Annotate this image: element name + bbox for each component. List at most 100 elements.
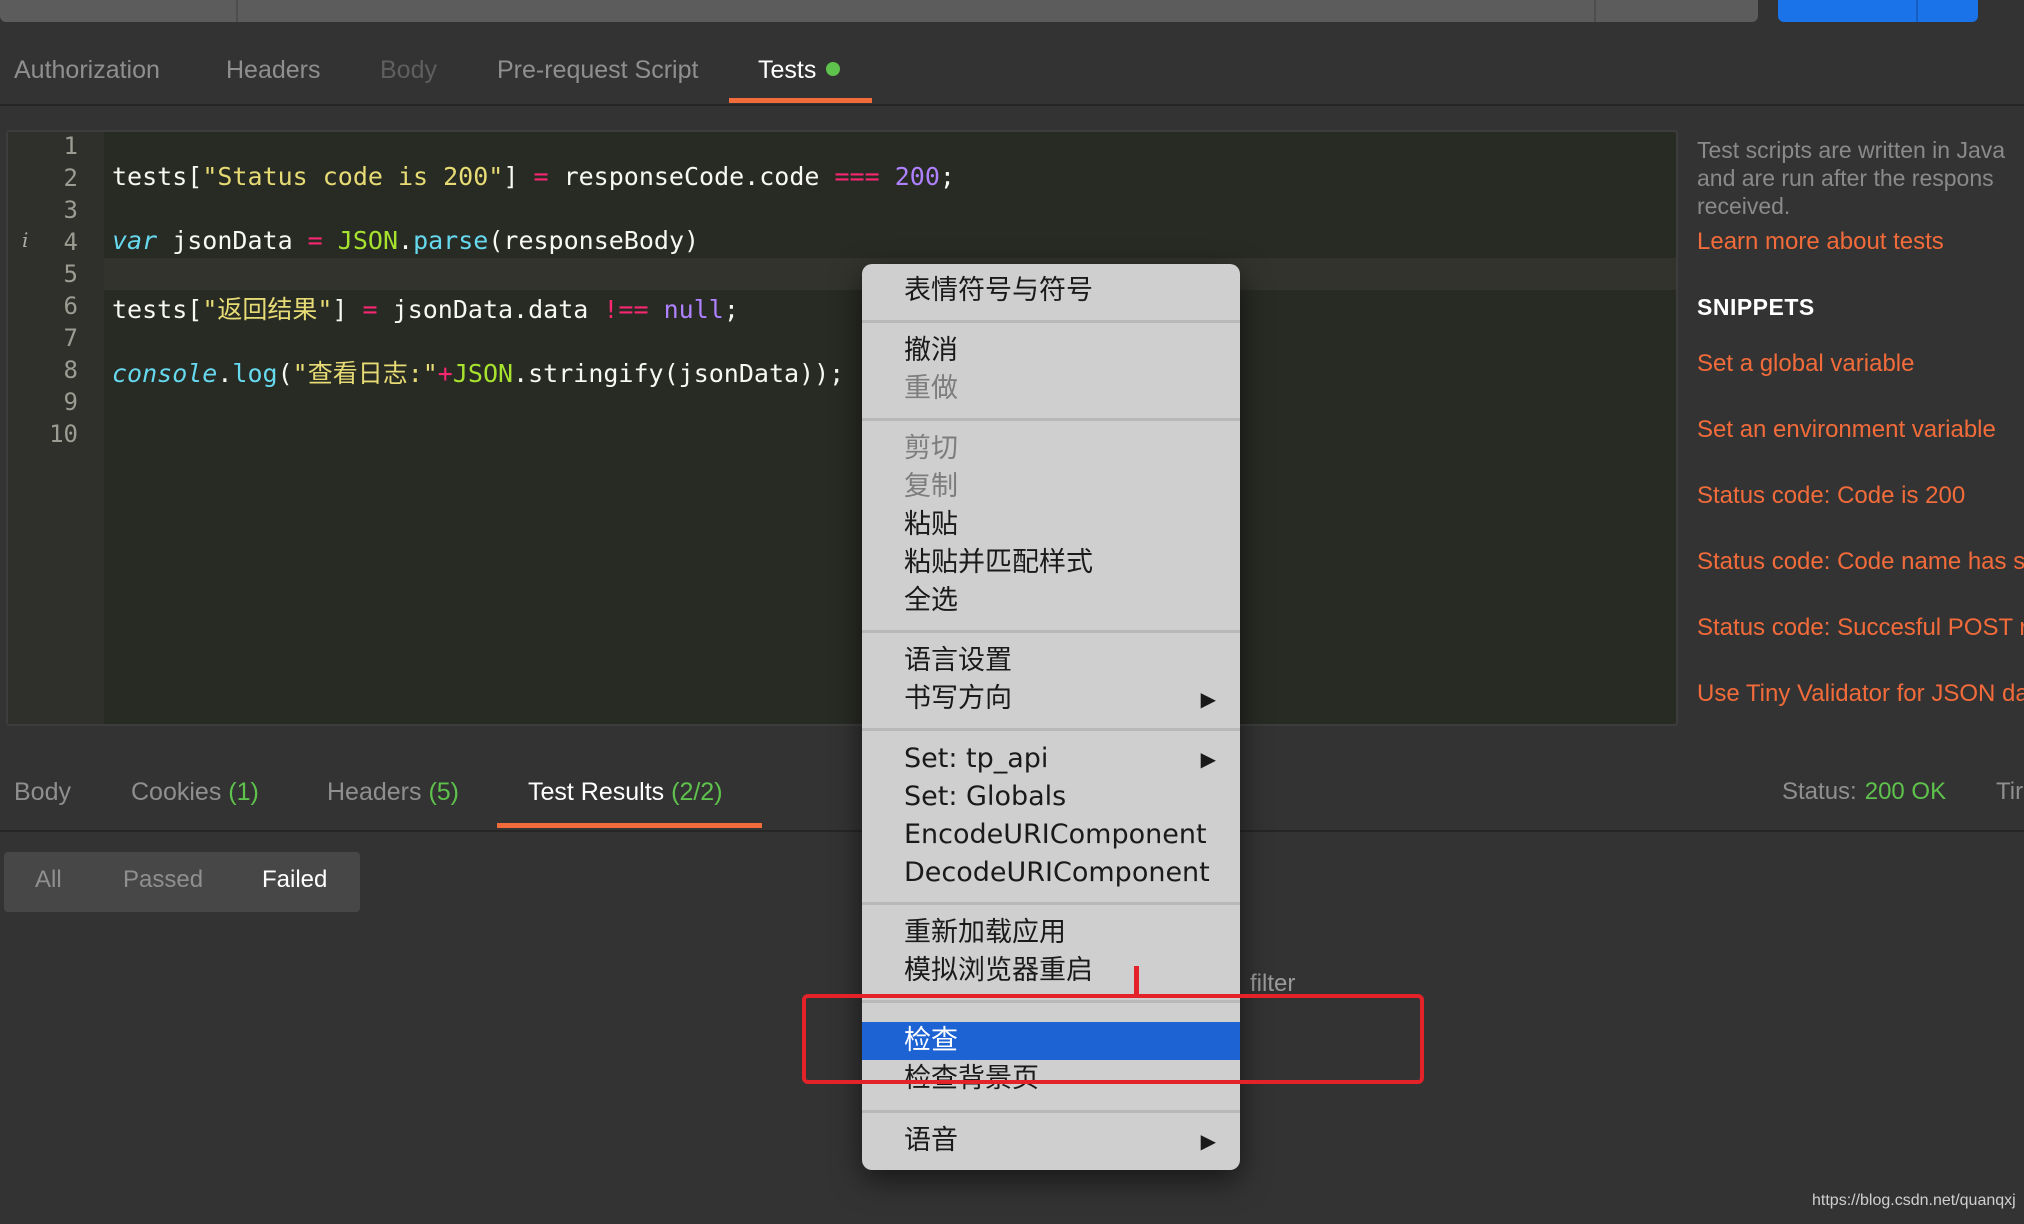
test-results-count: (2/2) [671,778,723,806]
url-bar[interactable] [0,0,1758,22]
response-time-label: Tir [1996,778,2024,805]
code-operator: = [362,295,378,324]
tab-tests-label: Tests [758,56,817,84]
tab-tests[interactable]: Tests [758,56,841,85]
request-tabs: Authorization Headers Body Pre-request S… [0,44,2024,106]
tab-body[interactable]: Body [380,56,437,85]
code-function: JSON [337,226,399,255]
menu-item-decode-uri[interactable]: DecodeURIComponent [862,854,1240,892]
code-token: tests[ [112,295,203,324]
tab-headers[interactable]: Headers [226,56,321,85]
code-operator: !== [603,295,649,324]
menu-item-select-all[interactable]: 全选 [862,582,1240,620]
active-tab-underline [729,98,872,103]
menu-item-simulate-restart[interactable]: 模拟浏览器重启 [862,952,1240,990]
result-filter-group: All Passed Failed [4,852,360,912]
code-function: JSON [452,359,514,388]
snippet-link[interactable]: Status code: Succesful POST r [1697,614,2024,642]
menu-item-set-tp-api[interactable]: Set: tp_api ▶ [862,740,1240,778]
tab-test-results[interactable]: Test Results (2/2) [528,778,723,807]
tab-headers-label: Headers [327,778,422,806]
snippet-link[interactable]: Status code: Code name has s [1697,548,2024,576]
tab-response-body[interactable]: Body [14,778,71,807]
menu-item-reload-app[interactable]: 重新加载应用 [862,914,1240,952]
sidebar-description-line: and are run after the respons [1697,165,1994,191]
line-number: 7 [63,324,78,352]
menu-separator [862,1110,1240,1113]
code-token: jsonData [157,226,308,255]
line-number: 4 [63,228,78,256]
code-line-2: tests["Status code is 200"] = responseCo… [112,162,955,191]
code-token: ] [503,162,534,191]
menu-item-paste[interactable]: 粘贴 [862,506,1240,544]
menu-item-speech[interactable]: 语音 ▶ [862,1122,1240,1160]
menu-item-copy[interactable]: 复制 [862,468,1240,506]
code-token: (responseBody) [488,226,700,255]
status-label: Status: [1782,778,1857,805]
annotation-highlight-box [802,994,1424,1084]
line-number: 10 [49,420,78,448]
snippet-link[interactable]: Set a global variable [1697,350,1914,378]
cookies-count: (1) [228,778,259,806]
line-gutter: 1 2 3 i 4 5 6 7 8 9 10 [8,132,104,724]
menu-item-paste-match-style[interactable]: 粘贴并匹配样式 [862,544,1240,582]
snippets-heading: SNIPPETS [1697,294,1815,320]
info-icon[interactable]: i [22,228,28,252]
tab-pre-request-script[interactable]: Pre-request Script [497,56,698,85]
menu-item-writing-direction[interactable]: 书写方向 ▶ [862,680,1240,718]
annotation-mark [1134,966,1139,996]
menu-item-encode-uri[interactable]: EncodeURIComponent [862,816,1240,854]
snippet-link[interactable]: Status code: Code is 200 [1697,482,1965,510]
code-operator: = [533,162,549,191]
code-function: log [232,359,278,388]
learn-more-link[interactable]: Learn more about tests [1697,228,1944,256]
filter-passed-button[interactable]: Passed [123,866,203,894]
menu-item-redo[interactable]: 重做 [862,370,1240,408]
menu-item-language[interactable]: 语言设置 [862,642,1240,680]
code-editor[interactable]: 1 2 3 i 4 5 6 7 8 9 10 tests["Status cod… [6,130,1678,726]
code-keyword: var [112,226,158,255]
menu-item-undo[interactable]: 撤消 [862,332,1240,370]
menu-item-emoji[interactable]: 表情符号与符号 [862,272,1240,310]
tab-cookies[interactable]: Cookies (1) [131,778,259,807]
filter-failed-button[interactable]: Failed [262,866,327,894]
code-operator: = [307,226,323,255]
snippet-link[interactable]: Use Tiny Validator for JSON da [1697,680,2024,708]
filter-all-button[interactable]: All [35,866,62,894]
menu-separator [862,630,1240,633]
code-operator: + [437,359,453,388]
status-value: 200 OK [1864,778,1947,805]
code-token: ; [939,162,955,191]
sidebar-description-line: received. [1697,193,1791,219]
snippet-link[interactable]: Set an environment variable [1697,416,1996,444]
url-bar-divider [1594,0,1596,22]
send-button[interactable] [1778,0,1978,22]
menu-item-cut[interactable]: 剪切 [862,430,1240,468]
send-button-divider [1916,0,1918,22]
line-number: 3 [63,196,78,224]
code-string: "查看日志:" [292,359,438,388]
headers-count: (5) [428,778,460,806]
code-token: . [398,226,414,255]
menu-item-set-globals[interactable]: Set: Globals [862,778,1240,816]
code-token: ] [332,295,363,324]
menu-item-label: Set: tp_api [904,743,1049,774]
submenu-arrow-icon: ▶ [1200,747,1216,771]
code-token: ; [723,295,739,324]
line-number: 2 [63,164,78,192]
menu-separator [862,728,1240,731]
code-function: parse [413,226,489,255]
tab-authorization[interactable]: Authorization [14,56,160,85]
menu-separator [862,902,1240,905]
line-number: 6 [63,292,78,320]
response-status: Status: 200 OK [1782,778,1946,806]
tab-test-results-label: Test Results [528,778,665,806]
tab-response-headers[interactable]: Headers (5) [327,778,459,807]
code-token: responseCode.code [548,162,835,191]
tab-cookies-label: Cookies [131,778,222,806]
menu-separator [862,418,1240,421]
code-number: null [663,295,724,324]
